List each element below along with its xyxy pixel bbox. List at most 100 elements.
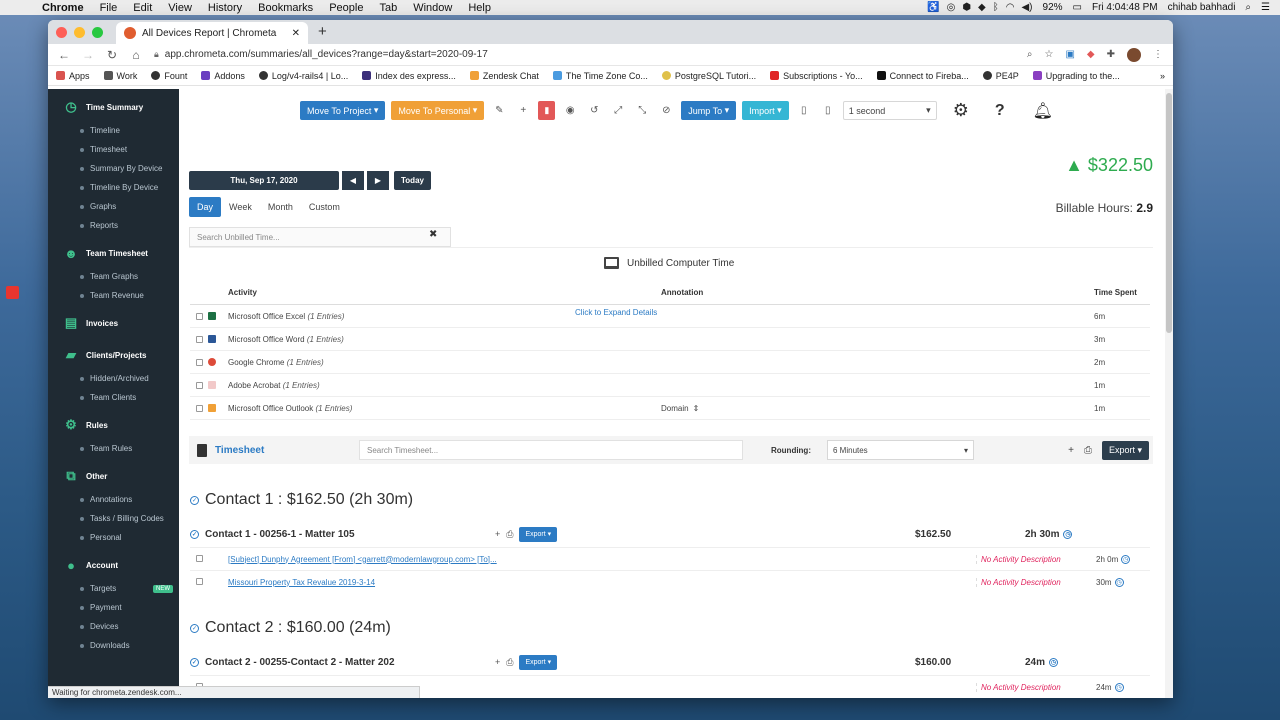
- menu-bookmarks[interactable]: Bookmarks: [250, 2, 321, 14]
- help-icon[interactable]: ?: [995, 102, 1005, 120]
- bookmark-timezone[interactable]: The Time Zone Co...: [552, 71, 648, 81]
- matter-row[interactable]: ✓ Contact 1 - 00256-1 - Matter 105 + ⎙ Ex…: [190, 523, 1150, 545]
- timesheet-entry[interactable]: Missouri Property Tax Revalue 2019-3-14 …: [190, 570, 1150, 593]
- activity-row[interactable]: Microsoft Office Excel (1 Entries) Click…: [190, 305, 1150, 328]
- sidebar-section-invoices[interactable]: ▤ Invoices: [48, 315, 179, 331]
- menu-view[interactable]: View: [160, 2, 200, 14]
- menu-app[interactable]: Chrome: [34, 2, 92, 14]
- tab-month[interactable]: Month: [260, 197, 301, 217]
- reload-icon[interactable]: ↻: [106, 48, 118, 62]
- scrollbar[interactable]: [1165, 89, 1173, 698]
- dropbox-icon[interactable]: ◆: [978, 2, 986, 13]
- search-icon[interactable]: ⌕: [1027, 49, 1033, 60]
- sidebar-item-timesheet[interactable]: Timesheet: [48, 140, 179, 159]
- user-name[interactable]: chihab bahhadi: [1168, 2, 1236, 13]
- timesheet-search-input[interactable]: Search Timesheet...: [359, 440, 743, 460]
- contact-heading[interactable]: ✓ Contact 1 : $162.50 (2h 30m): [190, 491, 413, 509]
- print-icon[interactable]: ⎙: [506, 657, 513, 668]
- sidebar-item-summary-by-device[interactable]: Summary By Device: [48, 159, 179, 178]
- document-icon[interactable]: ▯: [795, 101, 813, 120]
- sidebar-item-reports[interactable]: Reports: [48, 216, 179, 235]
- tab-close-icon[interactable]: ✕: [292, 28, 300, 39]
- date-picker[interactable]: Thu, Sep 17, 2020: [189, 171, 339, 190]
- tab-active[interactable]: All Devices Report | Chrometa ✕: [116, 22, 308, 44]
- activity-row[interactable]: Adobe Acrobat (1 Entries) 1m: [190, 374, 1150, 397]
- forward-icon[interactable]: →: [82, 48, 94, 62]
- menu-tab[interactable]: Tab: [371, 2, 405, 14]
- domain-sort[interactable]: Domain ⇕: [661, 404, 1094, 413]
- sidebar-section-account[interactable]: ● Account: [48, 557, 179, 573]
- sidebar-section-team-timesheet[interactable]: ☻ Team Timesheet: [48, 245, 179, 261]
- bookmark-postgres[interactable]: PostgreSQL Tutori...: [661, 71, 756, 81]
- address-bar[interactable]: 🔒︎ app.chrometa.com/summaries/all_device…: [154, 49, 1015, 60]
- tab-week[interactable]: Week: [221, 197, 260, 217]
- document-icon[interactable]: ▯: [819, 101, 837, 120]
- home-icon[interactable]: ⌂: [130, 48, 142, 62]
- notification-center-icon[interactable]: ☰: [1261, 2, 1270, 13]
- bookmarks-overflow-icon[interactable]: »: [1160, 71, 1165, 81]
- shield-icon[interactable]: ⬢: [962, 2, 971, 13]
- next-day-button[interactable]: ▶: [367, 171, 389, 190]
- bookmark-apps[interactable]: Apps: [56, 71, 90, 81]
- settings-cogs-icon[interactable]: ⚙: [953, 100, 969, 121]
- sidebar-item-devices[interactable]: Devices: [48, 617, 179, 636]
- puzzle-icon[interactable]: ✚: [1107, 49, 1115, 60]
- menu-people[interactable]: People: [321, 2, 371, 14]
- expand-details-link[interactable]: Click to Expand Details: [575, 308, 657, 317]
- sidebar-item-payment[interactable]: Payment: [48, 598, 179, 617]
- bookmark-firebase[interactable]: Connect to Fireba...: [876, 71, 969, 81]
- extension-icon[interactable]: ▣: [1065, 49, 1074, 60]
- tab-day[interactable]: Day: [189, 197, 222, 217]
- wifi-icon[interactable]: ◠: [1006, 2, 1015, 13]
- import-button[interactable]: Import ▾: [742, 101, 789, 120]
- star-icon[interactable]: ☆: [1044, 49, 1053, 60]
- rounding-select[interactable]: 6 Minutes ▾: [827, 440, 974, 460]
- entry-checkbox[interactable]: [196, 577, 203, 585]
- move-to-project-button[interactable]: Move To Project ▾: [300, 101, 386, 120]
- sidebar-item-annotations[interactable]: Annotations: [48, 490, 179, 509]
- bell-icon[interactable]: 🔔︎: [1033, 101, 1053, 121]
- row-checkbox[interactable]: [196, 312, 203, 320]
- bookmark-work[interactable]: Work: [103, 71, 137, 81]
- interval-select[interactable]: 1 second ▾: [842, 101, 937, 120]
- row-checkbox[interactable]: [196, 404, 203, 412]
- menu-help[interactable]: Help: [460, 2, 499, 14]
- activity-row[interactable]: Microsoft Office Outlook (1 Entries) Dom…: [190, 397, 1150, 420]
- matter-export-button[interactable]: Export ▾: [519, 654, 558, 670]
- expand-icon[interactable]: ⤢: [609, 101, 627, 120]
- sidebar-item-targets[interactable]: Targets NEW: [48, 579, 179, 598]
- bookmark-addons[interactable]: Addons: [201, 71, 245, 81]
- edit-icon[interactable]: ✎: [490, 101, 508, 120]
- delete-button[interactable]: ▮: [538, 101, 556, 120]
- close-window-button[interactable]: [56, 27, 67, 38]
- entry-description-link[interactable]: [Subject] Dunphy Agreement [From] <garre…: [228, 555, 976, 564]
- menu-window[interactable]: Window: [405, 2, 460, 14]
- bookmark-pe4p[interactable]: PE4P: [982, 71, 1019, 81]
- add-icon[interactable]: +: [514, 101, 532, 120]
- sidebar-item-downloads[interactable]: Downloads: [48, 636, 179, 655]
- zoom-window-button[interactable]: [92, 27, 103, 38]
- desktop-widget[interactable]: [6, 286, 19, 299]
- export-button[interactable]: Export ▾: [1101, 440, 1149, 460]
- record-icon[interactable]: ◉: [561, 101, 579, 120]
- bookmark-youtube[interactable]: Subscriptions - Yo...: [770, 71, 863, 81]
- matter-export-button[interactable]: Export ▾: [519, 526, 558, 542]
- sidebar-item-team-rules[interactable]: Team Rules: [48, 439, 179, 458]
- block-icon[interactable]: ⊘: [657, 101, 675, 120]
- sidebar-item-tasks-billing-codes[interactable]: Tasks / Billing Codes: [48, 509, 179, 528]
- print-icon[interactable]: ⎙: [1084, 445, 1092, 456]
- print-icon[interactable]: ⎙: [506, 529, 513, 540]
- activity-row[interactable]: Microsoft Office Word (1 Entries) 3m: [190, 328, 1150, 351]
- sidebar-item-personal[interactable]: Personal: [48, 528, 179, 547]
- new-tab-button[interactable]: +: [318, 22, 327, 44]
- profile-avatar[interactable]: [1127, 47, 1141, 62]
- bookmark-upgrading[interactable]: Upgrading to the...: [1032, 71, 1120, 81]
- bookmark-log[interactable]: Log/v4-rails4 | Lo...: [258, 71, 348, 81]
- contact-heading[interactable]: ✓ Contact 2 : $160.00 (24m): [190, 619, 391, 637]
- clear-search-icon[interactable]: ✖: [429, 229, 437, 240]
- entry-checkbox[interactable]: [196, 554, 203, 562]
- row-checkbox[interactable]: [196, 358, 203, 366]
- bookmark-index[interactable]: Index des express...: [362, 71, 456, 81]
- move-to-personal-button[interactable]: Move To Personal ▾: [391, 101, 485, 120]
- menu-edit[interactable]: Edit: [125, 2, 160, 14]
